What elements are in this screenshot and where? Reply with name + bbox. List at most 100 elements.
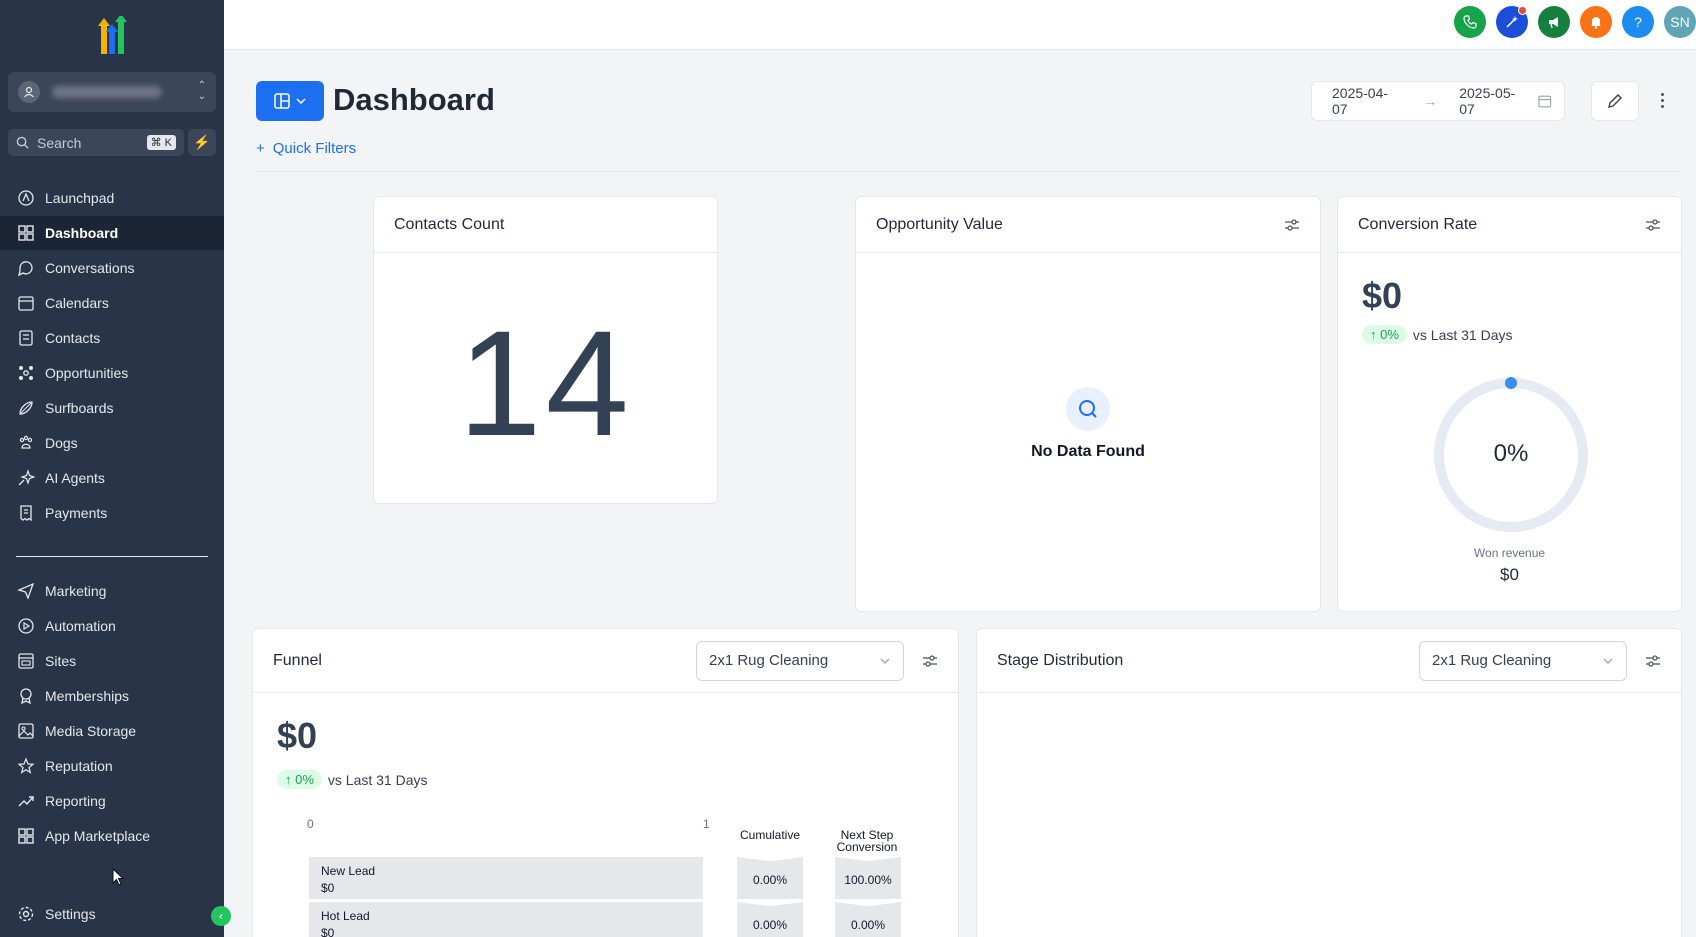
sidebar: ⌃ ⌄ Search ⌘ K ⚡ Launchpad Dashboard Conver…: [0, 0, 231, 937]
filter-settings-icon[interactable]: [1645, 217, 1661, 233]
account-name-redacted: [52, 86, 162, 98]
funnel-stage-bar: New Lead $0: [309, 857, 703, 899]
trend-badge: ↑ 0%: [277, 770, 322, 789]
funnel-card: Funnel 2x1 Rug Cleaning $0 ↑ 0% vs Last …: [252, 628, 959, 937]
sidebar-item-launchpad[interactable]: Launchpad: [0, 181, 224, 215]
account-switcher[interactable]: ⌃ ⌄: [8, 72, 216, 112]
sidebar-item-dogs[interactable]: Dogs: [0, 426, 224, 460]
sidebar-item-reporting[interactable]: Reporting: [0, 784, 224, 818]
sidebar-item-marketing[interactable]: Marketing: [0, 574, 224, 608]
sidebar-item-surfboards[interactable]: Surfboards: [0, 391, 224, 425]
funnel-trend: ↑ 0% vs Last 31 Days: [277, 770, 428, 789]
sidebar-item-reputation[interactable]: Reputation: [0, 749, 224, 783]
search-shortcut: ⌘ K: [146, 135, 176, 150]
sidebar-item-label: Dogs: [45, 435, 78, 451]
pipeline-select[interactable]: 2x1 Rug Cleaning: [1419, 640, 1627, 681]
bell-icon[interactable]: [1580, 6, 1612, 38]
megaphone-icon[interactable]: [1538, 6, 1570, 38]
won-revenue-label: Won revenue: [1473, 546, 1546, 560]
empty-state-text: No Data Found: [1031, 443, 1145, 460]
award-icon: [20, 688, 32, 705]
sidebar-item-automation[interactable]: Automation: [0, 609, 224, 643]
filter-settings-icon[interactable]: [1284, 217, 1300, 233]
sidebar-item-memberships[interactable]: Memberships: [0, 679, 224, 713]
card-title: Stage Distribution: [997, 651, 1124, 669]
help-icon-label: ?: [1634, 14, 1642, 30]
sidebar-item-label: AI Agents: [45, 470, 105, 486]
help-icon[interactable]: ?: [1622, 6, 1654, 38]
sidebar-item-contacts[interactable]: Contacts: [0, 321, 224, 355]
sidebar-item-media-storage[interactable]: Media Storage: [0, 714, 224, 748]
filter-settings-icon[interactable]: [922, 653, 938, 669]
sidebar-item-calendars[interactable]: Calendars: [0, 286, 224, 320]
quick-action-button[interactable]: ⚡: [188, 129, 216, 156]
layout-icon: [274, 93, 290, 109]
sidebar-item-app-marketplace[interactable]: App Marketplace: [0, 819, 224, 853]
send-icon: [17, 582, 35, 600]
sidebar-item-dashboard[interactable]: Dashboard: [0, 216, 224, 250]
sidebar-item-label: Surfboards: [45, 400, 114, 416]
more-options-button[interactable]: [1654, 88, 1670, 112]
chevron-down-icon: [1603, 658, 1613, 664]
trend-label: vs Last 31 Days: [1412, 326, 1513, 343]
star-icon: [17, 757, 35, 774]
automation-icon: [18, 618, 34, 634]
card-header: Conversion Rate: [1338, 197, 1681, 253]
contacts-count-card: Contacts Count 14: [373, 196, 718, 504]
funnel-col-cumulative: Cumulative: [739, 828, 801, 842]
pipeline-select[interactable]: 2x1 Rug Cleaning: [696, 640, 904, 681]
filter-settings-icon[interactable]: [1645, 653, 1661, 669]
launchpad-icon: [18, 190, 34, 206]
magic-icon[interactable]: [1496, 6, 1528, 38]
phone-icon[interactable]: [1454, 6, 1486, 38]
search-label: Search: [37, 134, 82, 151]
user-avatar[interactable]: SN: [1664, 6, 1696, 38]
funnel-stage-amount: $0: [321, 881, 335, 895]
sidebar-item-label: Contacts: [45, 330, 101, 346]
quick-filters-link[interactable]: + Quick Filters: [256, 140, 356, 157]
donut-percent: 0%: [1493, 440, 1529, 467]
sidebar-divider: [16, 556, 208, 557]
receipt-icon: [20, 505, 32, 522]
chevron-updown-icon: ⌃ ⌄: [197, 80, 206, 102]
funnel-col-next: Next Step Conversion: [836, 828, 898, 854]
collapse-sidebar-button[interactable]: ‹: [211, 906, 231, 926]
sidebar-item-payments[interactable]: Payments: [0, 496, 224, 530]
image-icon: [18, 723, 34, 739]
top-actions: ? SN: [1454, 6, 1696, 38]
sidebar-item-label: Opportunities: [45, 365, 129, 381]
funnel-stage-name: Hot Lead: [321, 909, 370, 923]
bolt-icon: ⚡: [193, 134, 211, 150]
sidebar-item-label: Sites: [45, 653, 77, 669]
sparkle-icon: [18, 469, 35, 486]
sidebar-item-opportunities[interactable]: Opportunities: [0, 356, 224, 390]
opportunity-value-card: Opportunity Value No Data Found: [855, 196, 1321, 612]
date-range-picker[interactable]: 2025-04-07 → 2025-05-07: [1311, 81, 1565, 121]
user-avatar-label: SN: [1670, 14, 1690, 30]
chat-icon: [18, 261, 33, 277]
app-logo-icon[interactable]: [90, 16, 134, 56]
empty-search-icon: [1066, 387, 1110, 431]
sidebar-item-sites[interactable]: Sites: [0, 644, 224, 678]
funnel-cumulative-cell: 0.00%: [737, 857, 803, 899]
card-title: Conversion Rate: [1358, 215, 1478, 233]
pipeline-select-value: 2x1 Rug Cleaning: [1432, 652, 1552, 669]
dashboard-icon: [18, 225, 34, 241]
sidebar-item-settings[interactable]: Settings: [0, 897, 224, 931]
edit-dashboard-button[interactable]: [1591, 81, 1639, 121]
sidebar-item-label: Media Storage: [45, 723, 137, 739]
quick-filters-label: Quick Filters: [272, 140, 357, 157]
sidebar-item-ai-agents[interactable]: AI Agents: [0, 461, 224, 495]
sites-icon: [18, 653, 34, 669]
sidebar-item-label: Launchpad: [45, 190, 115, 206]
sidebar-search[interactable]: Search ⌘ K: [8, 129, 184, 156]
conversion-value: $0: [1362, 275, 1403, 316]
sidebar-item-label: Settings: [45, 906, 96, 922]
funnel-stage-name: New Lead: [321, 864, 376, 878]
chevron-down-icon: [880, 658, 890, 664]
sidebar-item-conversations[interactable]: Conversations: [0, 251, 224, 285]
funnel-value: $0: [277, 715, 318, 756]
sidebar-item-label: Memberships: [45, 688, 130, 704]
pipeline-select-value: 2x1 Rug Cleaning: [709, 652, 829, 669]
dashboard-switcher-button[interactable]: [256, 81, 324, 121]
